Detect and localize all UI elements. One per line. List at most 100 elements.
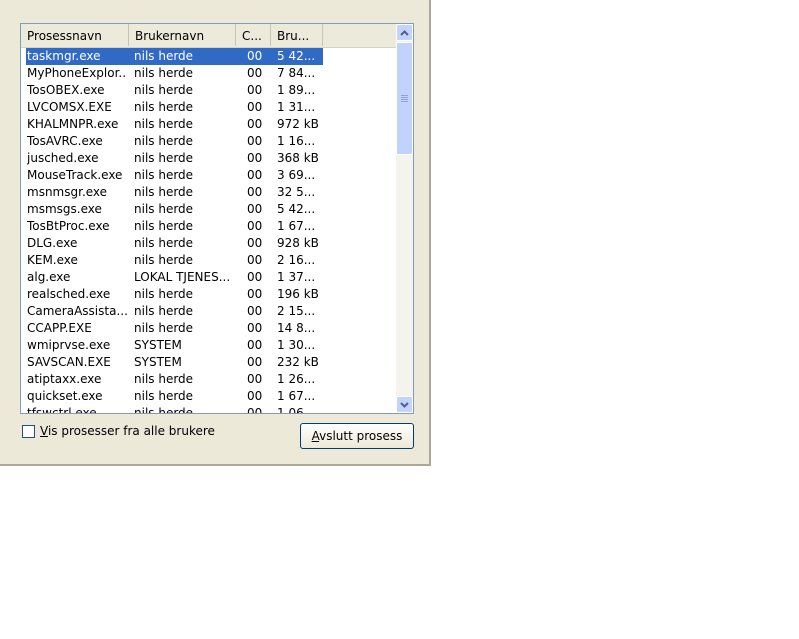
process-row[interactable]: realsched.exe nils herde 00 196 kB [21, 286, 396, 303]
process-rows: taskmgr.exe nils herde 00 5 42... MyPhoneExp… [21, 48, 396, 414]
process-name-cell: CameraAssista... [27, 304, 127, 318]
scroll-up-button[interactable] [396, 24, 413, 41]
process-row[interactable]: jusched.exe nils herde 00 368 kB [21, 150, 396, 167]
user-name-cell: nils herde [134, 168, 194, 182]
process-row[interactable]: SAVSCAN.EXE SYSTEM 00 232 kB [21, 354, 396, 371]
process-name-cell: CCAPP.EXE [27, 321, 92, 335]
user-name-cell: nils herde [134, 185, 194, 199]
chevron-up-icon [400, 29, 409, 36]
user-name-cell: nils herde [134, 83, 194, 97]
cpu-cell: 00 [247, 83, 263, 97]
column-header-cpu[interactable]: C... [236, 24, 271, 46]
process-name-cell: DLG.exe [27, 236, 78, 250]
process-row[interactable]: TosBtProc.exe nils herde 00 1 67... [21, 218, 396, 235]
user-name-cell: nils herde [134, 66, 194, 80]
process-row[interactable]: taskmgr.exe nils herde 00 5 42... [21, 48, 396, 65]
process-row[interactable]: msmsgs.exe nils herde 00 5 42... [21, 201, 396, 218]
process-row[interactable]: KHALMNPR.exe nils herde 00 972 kB [21, 116, 396, 133]
process-row[interactable]: CCAPP.EXE nils herde 00 14 8... [21, 320, 396, 337]
user-name-cell: nils herde [134, 236, 194, 250]
memory-cell: 1 30... [277, 338, 316, 352]
show-all-users-label[interactable]: Vis prosesser fra alle brukere [40, 424, 215, 438]
user-name-cell: nils herde [134, 117, 194, 131]
process-row[interactable]: DLG.exe nils herde 00 928 kB [21, 235, 396, 252]
process-row[interactable]: TosAVRC.exe nils herde 00 1 16... [21, 133, 396, 150]
memory-cell: 1 26... [277, 372, 316, 386]
process-row[interactable]: CameraAssista... nils herde 00 2 15... [21, 303, 396, 320]
cpu-cell: 00 [247, 151, 263, 165]
cpu-cell: 00 [247, 406, 263, 414]
user-name-cell: nils herde [134, 134, 194, 148]
grip-icon [401, 95, 408, 102]
cpu-cell: 00 [247, 270, 263, 284]
cpu-cell: 00 [247, 389, 263, 403]
chevron-down-icon [400, 401, 409, 408]
process-name-cell: KHALMNPR.exe [27, 117, 119, 131]
memory-cell: 1 16... [277, 134, 316, 148]
process-row[interactable]: LVCOMSX.EXE nils herde 00 1 31... [21, 99, 396, 116]
memory-cell: 972 kB [277, 117, 319, 131]
memory-cell: 232 kB [277, 355, 319, 369]
process-name-cell: msnmsgr.exe [27, 185, 108, 199]
process-row[interactable]: wmiprvse.exe SYSTEM 00 1 30... [21, 337, 396, 354]
user-name-cell: nils herde [134, 389, 194, 403]
scroll-thumb[interactable] [396, 42, 413, 155]
memory-cell: 928 kB [277, 236, 319, 250]
user-name-cell: SYSTEM [134, 355, 182, 369]
user-name-cell: nils herde [134, 304, 194, 318]
user-name-cell: nils herde [134, 49, 194, 63]
memory-cell: 196 kB [277, 287, 319, 301]
process-list[interactable]: Prosessnavn Brukernavn C... Bru... taskm… [20, 23, 414, 414]
user-name-cell: nils herde [134, 100, 194, 114]
cpu-cell: 00 [247, 49, 263, 63]
process-row[interactable]: quickset.exe nils herde 00 1 67... [21, 388, 396, 405]
process-name-cell: atiptaxx.exe [27, 372, 102, 386]
cpu-cell: 00 [247, 168, 263, 182]
user-name-cell: nils herde [134, 151, 194, 165]
process-row[interactable]: atiptaxx.exe nils herde 00 1 26... [21, 371, 396, 388]
column-header-user-name[interactable]: Brukernavn [129, 24, 236, 46]
process-row[interactable]: TosOBEX.exe nils herde 00 1 89... [21, 82, 396, 99]
cpu-cell: 00 [247, 338, 263, 352]
scroll-down-button[interactable] [396, 396, 413, 413]
process-name-cell: taskmgr.exe [27, 49, 101, 63]
vertical-scrollbar[interactable] [396, 24, 413, 413]
column-header-memory[interactable]: Bru... [271, 24, 323, 46]
user-name-cell: nils herde [134, 406, 194, 414]
process-row[interactable]: MouseTrack.exe nils herde 00 3 69... [21, 167, 396, 184]
process-name-cell: msmsgs.exe [27, 202, 102, 216]
user-name-cell: nils herde [134, 321, 194, 335]
user-name-cell: nils herde [134, 287, 194, 301]
cpu-cell: 00 [247, 185, 263, 199]
process-row[interactable]: tfswctrl.exe nils herde 00 1 06... [21, 405, 396, 414]
process-row[interactable]: MyPhoneExplor... nils herde 00 7 84... [21, 65, 396, 82]
user-name-cell: SYSTEM [134, 338, 182, 352]
end-process-button[interactable]: Avslutt prosess [300, 423, 414, 449]
memory-cell: 1 89... [277, 83, 316, 97]
cpu-cell: 00 [247, 355, 263, 369]
user-name-cell: nils herde [134, 202, 194, 216]
process-name-cell: TosBtProc.exe [27, 219, 110, 233]
memory-cell: 2 15... [277, 304, 316, 318]
memory-cell: 1 67... [277, 219, 316, 233]
process-row[interactable]: msnmsgr.exe nils herde 00 32 5... [21, 184, 396, 201]
memory-cell: 14 8... [277, 321, 316, 335]
user-name-cell: LOKAL TJENES... [134, 270, 231, 284]
process-name-cell: jusched.exe [27, 151, 99, 165]
show-all-users-checkbox[interactable] [22, 424, 35, 438]
process-name-cell: TosOBEX.exe [27, 83, 105, 97]
memory-cell: 32 5... [277, 185, 316, 199]
task-manager-processes-panel: Prosessnavn Brukernavn C... Bru... taskm… [0, 0, 431, 466]
process-name-cell: realsched.exe [27, 287, 111, 301]
memory-cell: 2 16... [277, 253, 316, 267]
memory-cell: 5 42... [277, 49, 316, 63]
cpu-cell: 00 [247, 219, 263, 233]
process-name-cell: LVCOMSX.EXE [27, 100, 112, 114]
process-name-cell: tfswctrl.exe [27, 406, 97, 414]
process-name-cell: wmiprvse.exe [27, 338, 111, 352]
process-row[interactable]: KEM.exe nils herde 00 2 16... [21, 252, 396, 269]
column-header-process-name[interactable]: Prosessnavn [21, 24, 129, 46]
cpu-cell: 00 [247, 202, 263, 216]
show-all-users-option[interactable]: Vis prosesser fra alle brukere [22, 424, 215, 438]
process-row[interactable]: alg.exe LOKAL TJENES... 00 1 37... [21, 269, 396, 286]
